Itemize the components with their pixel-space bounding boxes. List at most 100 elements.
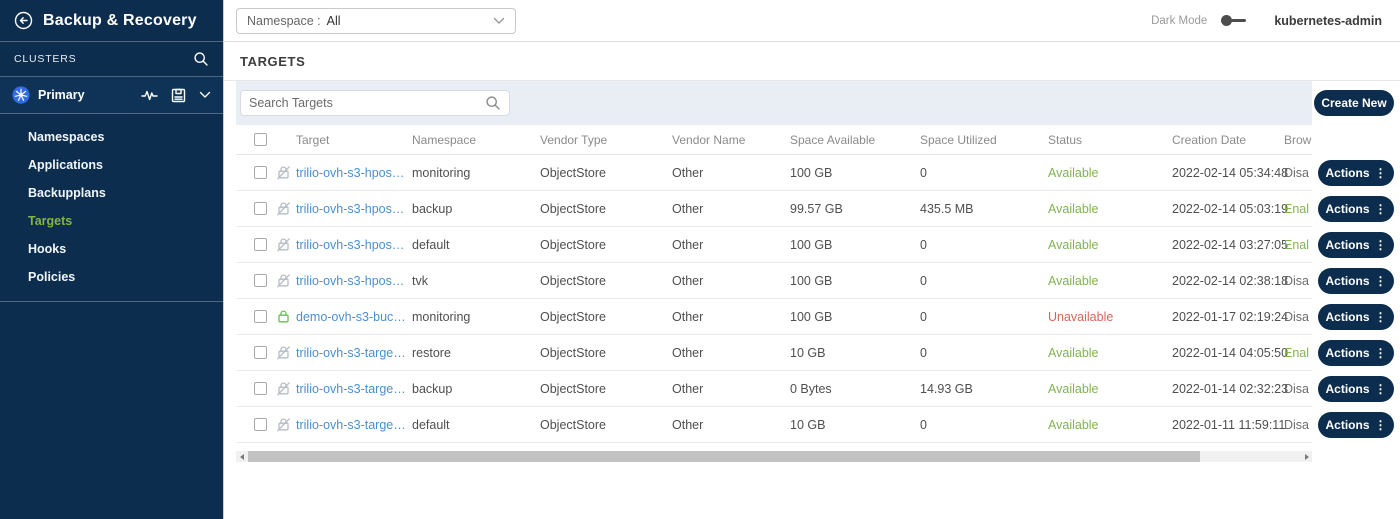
column-header-status: Status xyxy=(1048,133,1172,147)
column-header-vendor-type: Vendor Type xyxy=(540,133,672,147)
cell-status: Available xyxy=(1048,346,1172,360)
cell-status: Available xyxy=(1048,382,1172,396)
cell-space-available: 99.57 GB xyxy=(790,202,920,216)
namespace-select[interactable]: Namespace : All xyxy=(236,8,516,34)
search-icon[interactable] xyxy=(485,95,501,111)
cluster-activity-icon[interactable] xyxy=(141,88,158,102)
kubernetes-icon xyxy=(12,86,30,104)
sidebar-header: Backup & Recovery xyxy=(0,0,223,42)
sidebar-item-namespaces[interactable]: Namespaces xyxy=(0,123,223,151)
row-checkbox[interactable] xyxy=(254,274,267,287)
actions-button[interactable]: Actions⋮ xyxy=(1318,376,1394,402)
targets-toolbar: Create New xyxy=(224,81,1400,125)
select-all-checkbox[interactable] xyxy=(254,133,267,146)
cluster-report-icon[interactable] xyxy=(171,88,186,103)
row-checkbox[interactable] xyxy=(254,418,267,431)
action-slot: Actions⋮ xyxy=(1318,407,1394,443)
actions-button[interactable]: Actions⋮ xyxy=(1318,304,1394,330)
table-row: trilio-ovh-s3-hpos-target monitoring Obj… xyxy=(236,155,1312,191)
dark-mode-label: Dark Mode xyxy=(1151,15,1207,27)
sidebar-item-hooks[interactable]: Hooks xyxy=(0,235,223,263)
cell-vendor-type: ObjectStore xyxy=(540,382,672,396)
namespace-select-label: Namespace : xyxy=(247,14,321,28)
cell-vendor-name: Other xyxy=(672,310,790,324)
cell-vendor-type: ObjectStore xyxy=(540,238,672,252)
immutability-lock-icon xyxy=(276,309,296,324)
cluster-name: Primary xyxy=(38,88,141,102)
immutability-lock-icon xyxy=(276,165,296,180)
back-icon[interactable] xyxy=(14,11,33,30)
target-link[interactable]: trilio-ovh-s3-target-demo1 xyxy=(296,346,412,360)
immutability-lock-icon xyxy=(276,237,296,252)
cell-creation-date: 2022-02-14 05:34:48 xyxy=(1172,166,1284,180)
topbar: Namespace : All Dark Mode kubernetes-adm… xyxy=(224,0,1400,42)
actions-button[interactable]: Actions⋮ xyxy=(1318,196,1394,222)
actions-button[interactable]: Actions⋮ xyxy=(1318,268,1394,294)
dark-mode-toggle-track xyxy=(1231,19,1246,22)
target-link[interactable]: trilio-ovh-s3-hpos-target xyxy=(296,202,412,216)
cell-status: Available xyxy=(1048,202,1172,216)
horizontal-scrollbar[interactable] xyxy=(236,451,1312,462)
sidebar-item-policies[interactable]: Policies xyxy=(0,263,223,291)
kebab-icon: ⋮ xyxy=(1375,311,1387,323)
target-link[interactable]: trilio-ovh-s3-hpos-target xyxy=(296,238,412,252)
scroll-left-arrow[interactable] xyxy=(236,451,247,462)
cluster-row-primary[interactable]: Primary xyxy=(0,77,223,114)
cell-namespace: default xyxy=(412,418,540,432)
targets-table: Target Namespace Vendor Type Vendor Name… xyxy=(236,125,1312,462)
table-row: trilio-ovh-s3-hpos-target tvk ObjectStor… xyxy=(236,263,1312,299)
action-slot: Actions⋮ xyxy=(1318,263,1394,299)
cell-vendor-type: ObjectStore xyxy=(540,310,672,324)
column-header-creation-date: Creation Date xyxy=(1172,133,1284,147)
search-input[interactable] xyxy=(249,96,485,110)
cell-creation-date: 2022-02-14 03:27:05 xyxy=(1172,238,1284,252)
sidebar-item-targets[interactable]: Targets xyxy=(0,207,223,235)
action-slot: Actions⋮ xyxy=(1318,335,1394,371)
cell-namespace: default xyxy=(412,238,540,252)
row-checkbox[interactable] xyxy=(254,166,267,179)
actions-button[interactable]: Actions⋮ xyxy=(1318,340,1394,366)
kebab-icon: ⋮ xyxy=(1375,167,1387,179)
cluster-chevron-down-icon[interactable] xyxy=(199,91,211,99)
sidebar-item-applications[interactable]: Applications xyxy=(0,151,223,179)
cell-vendor-name: Other xyxy=(672,238,790,252)
column-header-space-available: Space Available xyxy=(790,133,920,147)
target-link[interactable]: trilio-ovh-s3-target-demo1 xyxy=(296,382,412,396)
cluster-search-icon[interactable] xyxy=(193,51,209,67)
target-link[interactable]: trilio-ovh-s3-hpos-target xyxy=(296,274,412,288)
target-link[interactable]: demo-ovh-s3-bucket-imm... xyxy=(296,310,412,324)
table-row: trilio-ovh-s3-hpos-target backup ObjectS… xyxy=(236,191,1312,227)
dark-mode-toggle[interactable] xyxy=(1221,15,1246,26)
table-row: trilio-ovh-s3-target-demo1 restore Objec… xyxy=(236,335,1312,371)
cell-space-available: 0 Bytes xyxy=(790,382,920,396)
target-link[interactable]: trilio-ovh-s3-hpos-target xyxy=(296,166,412,180)
actions-button[interactable]: Actions⋮ xyxy=(1318,232,1394,258)
scroll-right-arrow[interactable] xyxy=(1301,451,1312,462)
create-new-button[interactable]: Create New xyxy=(1314,90,1394,116)
cell-creation-date: 2022-01-11 11:59:11 xyxy=(1172,418,1284,432)
sidebar-item-backupplans[interactable]: Backupplans xyxy=(0,179,223,207)
clusters-label: CLUSTERS xyxy=(14,53,76,65)
row-checkbox[interactable] xyxy=(254,310,267,323)
table-row: demo-ovh-s3-bucket-imm... monitoring Obj… xyxy=(236,299,1312,335)
table-row: trilio-ovh-s3-target-demo1 backup Object… xyxy=(236,371,1312,407)
row-checkbox[interactable] xyxy=(254,346,267,359)
kebab-icon: ⋮ xyxy=(1375,347,1387,359)
page-title: TARGETS xyxy=(224,42,1400,81)
immutability-lock-icon xyxy=(276,417,296,432)
sidebar-nav: Namespaces Applications Backupplans Targ… xyxy=(0,114,223,302)
actions-button[interactable]: Actions⋮ xyxy=(1318,412,1394,438)
cell-creation-date: 2022-01-14 04:05:50 xyxy=(1172,346,1284,360)
row-checkbox[interactable] xyxy=(254,202,267,215)
scrollbar-thumb[interactable] xyxy=(248,451,1200,462)
cell-status: Available xyxy=(1048,166,1172,180)
kebab-icon: ⋮ xyxy=(1375,383,1387,395)
row-checkbox[interactable] xyxy=(254,382,267,395)
cell-status: Unavailable xyxy=(1048,310,1172,324)
row-checkbox[interactable] xyxy=(254,238,267,251)
cell-browsing: Disa xyxy=(1284,382,1312,396)
app-title: Backup & Recovery xyxy=(43,12,197,30)
actions-button[interactable]: Actions⋮ xyxy=(1318,160,1394,186)
target-link[interactable]: trilio-ovh-s3-target-demo1 xyxy=(296,418,412,432)
cell-space-utilized: 0 xyxy=(920,346,1048,360)
